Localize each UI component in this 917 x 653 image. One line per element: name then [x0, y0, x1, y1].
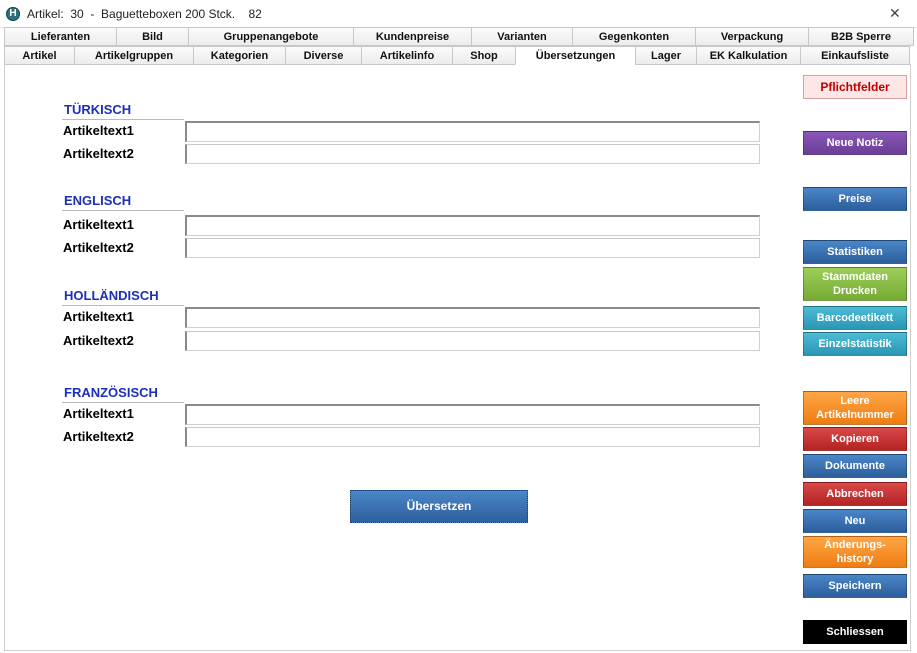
input-tuerkisch-artikeltext1[interactable]: [185, 121, 760, 142]
field-label-franzoesisch-artikeltext2: Artikeltext2: [63, 429, 134, 444]
tab-shop[interactable]: Shop: [452, 46, 515, 65]
speichern-button[interactable]: Speichern: [803, 574, 907, 598]
field-label-hollaendisch-artikeltext1: Artikeltext1: [63, 309, 134, 324]
neue-notiz-button[interactable]: Neue Notiz: [803, 131, 907, 155]
leere-artikelnummer-label-line1: Leere: [840, 395, 870, 407]
neu-button[interactable]: Neu: [803, 509, 907, 533]
input-englisch-artikeltext2[interactable]: [185, 238, 760, 258]
field-label-hollaendisch-artikeltext2: Artikeltext2: [63, 333, 134, 348]
stammdaten-drucken-button[interactable]: Stammdaten Drucken: [803, 267, 907, 301]
translate-button[interactable]: Übersetzen: [350, 490, 528, 523]
neue-notiz-label: Neue Notiz: [826, 137, 884, 149]
preise-button[interactable]: Preise: [803, 187, 907, 211]
tab-varianten[interactable]: Varianten: [471, 27, 572, 46]
section-title-hollaendisch: HOLLÄNDISCH: [64, 288, 159, 303]
tab-ek-kalkulation[interactable]: EK Kalkulation: [696, 46, 800, 65]
aenderungs-history-button[interactable]: Änderungs- history: [803, 536, 907, 568]
tab-kategorien[interactable]: Kategorien: [193, 46, 285, 65]
leere-artikelnummer-button[interactable]: Leere Artikelnummer: [803, 391, 907, 425]
field-label-englisch-artikeltext2: Artikeltext2: [63, 240, 134, 255]
tab-row-1: Lieferanten Bild Gruppenangebote Kundenp…: [4, 27, 914, 46]
tab-gegenkonten[interactable]: Gegenkonten: [572, 27, 695, 46]
barcodeetikett-button[interactable]: Barcodeetikett: [803, 306, 907, 330]
statistiken-label: Statistiken: [827, 246, 883, 258]
input-englisch-artikeltext1[interactable]: [185, 215, 760, 236]
pflichtfelder-label: Pflichtfelder: [820, 80, 890, 94]
leere-artikelnummer-label-line2: Artikelnummer: [816, 409, 894, 421]
tab-artikel[interactable]: Artikel: [4, 46, 74, 65]
tab-lieferanten[interactable]: Lieferanten: [4, 27, 116, 46]
section-divider: [62, 210, 184, 211]
section-title-tuerkisch: TÜRKISCH: [64, 102, 132, 117]
tab-lager[interactable]: Lager: [635, 46, 696, 65]
input-tuerkisch-artikeltext2[interactable]: [185, 144, 760, 164]
close-icon[interactable]: ✕: [889, 5, 901, 22]
field-label-franzoesisch-artikeltext1: Artikeltext1: [63, 406, 134, 421]
tab-b2b-sperre[interactable]: B2B Sperre: [808, 27, 914, 46]
section-divider: [62, 402, 184, 403]
tab-bild[interactable]: Bild: [116, 27, 188, 46]
abbrechen-button[interactable]: Abbrechen: [803, 482, 907, 506]
einzelstatistik-label: Einzelstatistik: [818, 338, 892, 350]
window-title: Artikel: 30 - Baguetteboxen 200 Stck. 82: [27, 7, 262, 21]
preise-label: Preise: [838, 193, 872, 205]
barcodeetikett-label: Barcodeetikett: [816, 312, 894, 324]
kopieren-label: Kopieren: [831, 433, 879, 445]
tab-row-2: Artikel Artikelgruppen Kategorien Divers…: [4, 46, 910, 65]
field-label-englisch-artikeltext1: Artikeltext1: [63, 217, 134, 232]
kopieren-button[interactable]: Kopieren: [803, 427, 907, 451]
neu-label: Neu: [844, 515, 866, 527]
dokumente-label: Dokumente: [825, 460, 885, 472]
input-franzoesisch-artikeltext2[interactable]: [185, 427, 760, 447]
tab-artikelinfo[interactable]: Artikelinfo: [361, 46, 452, 65]
aenderungs-history-label-line2: history: [836, 553, 874, 565]
tab-uebersetzungen[interactable]: Übersetzungen: [515, 46, 635, 65]
tab-diverse[interactable]: Diverse: [285, 46, 361, 65]
input-hollaendisch-artikeltext2[interactable]: [185, 331, 760, 351]
dokumente-button[interactable]: Dokumente: [803, 454, 907, 478]
tab-kundenpreise[interactable]: Kundenpreise: [353, 27, 471, 46]
speichern-label: Speichern: [828, 580, 882, 592]
section-title-franzoesisch: FRANZÖSISCH: [64, 385, 158, 400]
section-divider: [62, 305, 184, 306]
aenderungs-history-label-line1: Änderungs-: [824, 539, 886, 551]
tab-artikelgruppen[interactable]: Artikelgruppen: [74, 46, 193, 65]
pflichtfelder-button[interactable]: Pflichtfelder: [803, 75, 907, 99]
section-title-englisch: ENGLISCH: [64, 193, 132, 208]
input-hollaendisch-artikeltext1[interactable]: [185, 307, 760, 328]
stammdaten-drucken-label-line2: Drucken: [832, 285, 878, 297]
tab-einkaufsliste[interactable]: Einkaufsliste: [800, 46, 910, 65]
schliessen-label: Schliessen: [826, 626, 884, 638]
tab-gruppenangebote[interactable]: Gruppenangebote: [188, 27, 353, 46]
title-bar: H Artikel: 30 - Baguetteboxen 200 Stck. …: [0, 0, 917, 28]
abbrechen-label: Abbrechen: [826, 488, 884, 500]
field-label-tuerkisch-artikeltext1: Artikeltext1: [63, 123, 134, 138]
app-logo-icon: H: [6, 7, 20, 21]
stammdaten-drucken-label-line1: Stammdaten: [821, 271, 889, 283]
tab-verpackung[interactable]: Verpackung: [695, 27, 808, 46]
schliessen-button[interactable]: Schliessen: [803, 620, 907, 644]
input-franzoesisch-artikeltext1[interactable]: [185, 404, 760, 425]
statistiken-button[interactable]: Statistiken: [803, 240, 907, 264]
einzelstatistik-button[interactable]: Einzelstatistik: [803, 332, 907, 356]
field-label-tuerkisch-artikeltext2: Artikeltext2: [63, 146, 134, 161]
section-divider: [62, 119, 184, 120]
